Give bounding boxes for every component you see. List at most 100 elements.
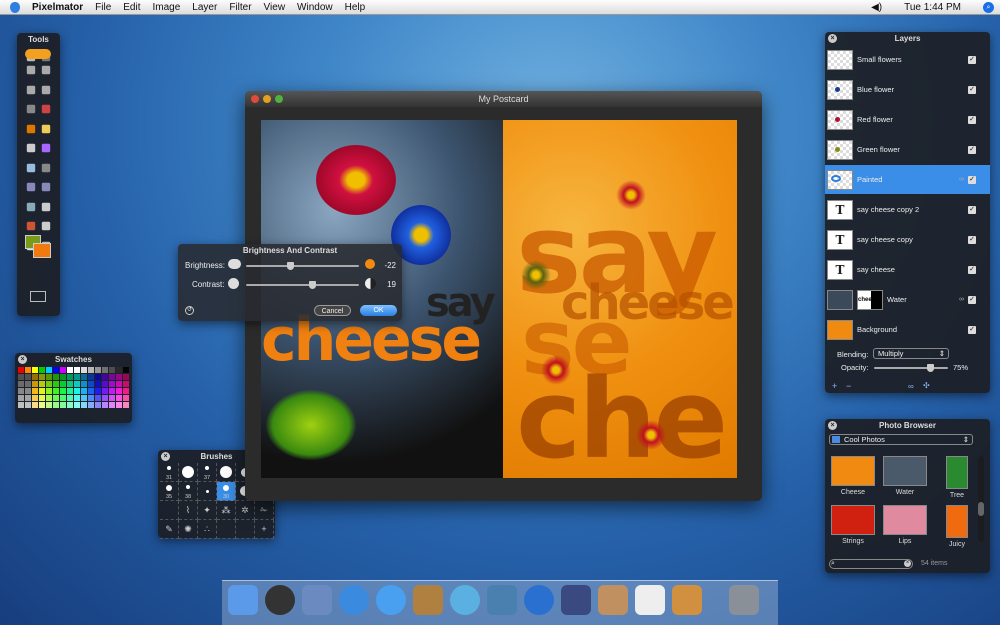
color-swatch[interactable]	[81, 381, 87, 387]
color-swatch[interactable]	[74, 374, 80, 380]
visibility-checkbox[interactable]: ✓	[968, 235, 976, 244]
color-swatch[interactable]	[25, 402, 31, 408]
brightness-slider[interactable]	[246, 262, 359, 270]
color-swatch[interactable]	[102, 402, 108, 408]
reset-icon[interactable]: ↺	[185, 306, 194, 315]
brush-preset[interactable]: ✁	[255, 501, 274, 520]
visibility-checkbox[interactable]: ✓	[968, 295, 976, 304]
color-swatch[interactable]	[123, 402, 129, 408]
brush-preset[interactable]: ✎	[160, 520, 179, 539]
opacity-slider[interactable]	[874, 364, 948, 372]
color-swatch[interactable]	[60, 388, 66, 394]
color-swatch[interactable]	[102, 374, 108, 380]
color-swatch[interactable]	[74, 395, 80, 401]
color-swatch[interactable]	[67, 381, 73, 387]
dashboard-icon[interactable]	[265, 585, 295, 615]
menu-image[interactable]: Image	[153, 2, 181, 13]
preview-icon[interactable]	[598, 585, 628, 615]
color-swatch[interactable]	[88, 374, 94, 380]
color-swatch[interactable]	[95, 381, 101, 387]
color-swatch[interactable]	[81, 388, 87, 394]
color-swatch[interactable]	[39, 402, 45, 408]
stamp-tool-icon[interactable]	[26, 124, 36, 133]
color-swatch[interactable]	[109, 388, 115, 394]
color-swatch[interactable]	[88, 388, 94, 394]
brush-preset[interactable]: ∴	[198, 520, 217, 539]
background-color[interactable]	[33, 243, 51, 258]
brush-preset[interactable]	[160, 501, 179, 520]
address-book-icon[interactable]	[413, 585, 443, 615]
safari-icon[interactable]	[339, 585, 369, 615]
cancel-button[interactable]: Cancel	[314, 305, 351, 316]
color-swatch[interactable]	[116, 395, 122, 401]
close-icon[interactable]: ×	[18, 355, 27, 364]
color-swatch[interactable]	[60, 367, 66, 373]
close-button[interactable]	[251, 95, 259, 103]
eyedropper-tool-icon[interactable]	[41, 104, 51, 114]
visibility-checkbox[interactable]: ✓	[968, 175, 976, 184]
gradient-tool-icon[interactable]	[41, 143, 51, 153]
color-swatch[interactable]	[123, 381, 129, 387]
color-swatch[interactable]	[95, 367, 101, 373]
color-swatch[interactable]	[109, 381, 115, 387]
mail-icon[interactable]	[302, 585, 332, 615]
visibility-checkbox[interactable]: ✓	[968, 85, 976, 94]
layer-row[interactable]: chee Water ∞ ✓	[825, 285, 990, 315]
clock[interactable]: Tue 1:44 PM	[904, 2, 961, 13]
color-swatch[interactable]	[81, 395, 87, 401]
menu-layer[interactable]: Layer	[192, 2, 217, 13]
color-swatch[interactable]	[67, 395, 73, 401]
color-swatch[interactable]	[25, 395, 31, 401]
color-swatch[interactable]	[109, 395, 115, 401]
brush-preset[interactable]	[236, 520, 255, 539]
smudge-tool-icon[interactable]	[41, 182, 51, 192]
iphoto-icon[interactable]	[487, 585, 517, 615]
brush-preset[interactable]: ⌇	[179, 501, 198, 520]
brush-preset[interactable]: ⁂	[217, 501, 236, 520]
color-swatch[interactable]	[123, 388, 129, 394]
color-swatch[interactable]	[53, 402, 59, 408]
color-swatch[interactable]	[18, 402, 24, 408]
close-icon[interactable]: ×	[828, 34, 837, 43]
color-swatch[interactable]	[88, 402, 94, 408]
scrollbar[interactable]	[978, 456, 984, 542]
blur-tool-icon[interactable]	[26, 202, 36, 211]
color-swatch[interactable]	[74, 367, 80, 373]
layer-row[interactable]: Background ✓	[825, 315, 990, 345]
color-swatch[interactable]	[46, 402, 52, 408]
color-swatch[interactable]	[60, 402, 66, 408]
color-swatch[interactable]	[109, 374, 115, 380]
photo-item[interactable]: Cheese	[829, 456, 877, 496]
ichat-icon[interactable]	[376, 585, 406, 615]
color-swatch[interactable]	[88, 367, 94, 373]
photo-item[interactable]: Juicy	[933, 505, 981, 548]
color-swatch[interactable]	[39, 388, 45, 394]
color-swatch[interactable]	[18, 395, 24, 401]
ok-button[interactable]: OK	[360, 305, 397, 316]
apple-icon[interactable]	[10, 1, 20, 13]
brush-preset[interactable]: 37	[198, 463, 217, 482]
menu-view[interactable]: View	[264, 2, 286, 13]
color-swatch[interactable]	[53, 367, 59, 373]
dodge-tool-icon[interactable]	[41, 202, 51, 211]
color-swatch[interactable]	[46, 381, 52, 387]
color-swatch[interactable]	[102, 381, 108, 387]
photo-item[interactable]: Water	[881, 456, 929, 496]
color-swatch[interactable]	[25, 381, 31, 387]
lasso-free-tool-icon[interactable]	[41, 65, 51, 75]
color-swatch[interactable]	[88, 395, 94, 401]
menu-edit[interactable]: Edit	[123, 2, 140, 13]
move-icon[interactable]: ✣	[923, 381, 930, 390]
color-swatch[interactable]	[81, 367, 87, 373]
photo-item[interactable]: Lips	[881, 505, 929, 545]
color-swatch[interactable]	[102, 388, 108, 394]
color-swatch[interactable]	[123, 367, 129, 373]
brush-preset[interactable]	[217, 463, 236, 482]
pixelmator-icon[interactable]	[672, 585, 702, 615]
brush-preset[interactable]: 38	[179, 482, 198, 501]
volume-icon[interactable]: ◀)	[871, 2, 882, 13]
add-layer-button[interactable]: +	[832, 381, 837, 391]
search-input[interactable]: ⌕ ×	[829, 559, 913, 569]
color-swatch[interactable]	[123, 374, 129, 380]
color-swatch[interactable]	[88, 381, 94, 387]
